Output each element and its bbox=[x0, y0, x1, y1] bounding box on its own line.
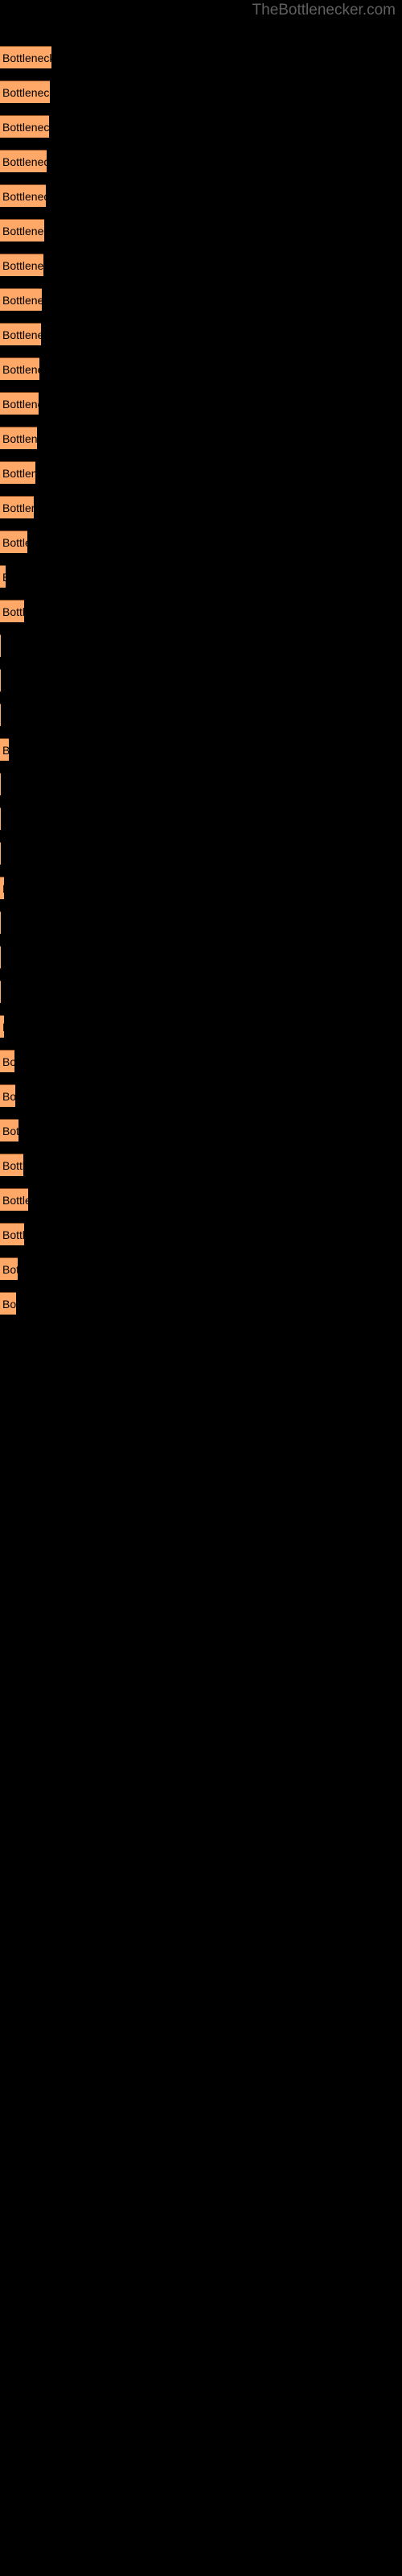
chart-bar[interactable]: Bottleneck result for bbox=[0, 1015, 4, 1038]
chart-bar[interactable]: Bottleneck result for bbox=[0, 1223, 24, 1245]
bar-label: Bottleneck result for bbox=[2, 1055, 14, 1068]
chart-bar[interactable]: Bottleneck result for bbox=[0, 115, 49, 138]
chart-bar[interactable]: Bottleneck result for bbox=[0, 1188, 28, 1211]
bar-label: Bottleneck result for bbox=[2, 294, 42, 307]
bar-label: Bottleneck result for bbox=[2, 225, 44, 237]
bar-label: Bottleneck result for bbox=[2, 52, 51, 64]
chart-bar[interactable]: Bottleneck result for bbox=[0, 773, 1, 795]
chart-bar[interactable]: Bottleneck result for bbox=[0, 184, 46, 207]
chart-bar[interactable]: Bottleneck result for bbox=[0, 807, 1, 830]
bar-label: Bottleneck result for bbox=[2, 605, 24, 618]
chart-bar[interactable]: Bottleneck result for bbox=[0, 323, 41, 345]
bar-label: Bottleneck result for bbox=[2, 1298, 16, 1311]
bar-label: Bottleneck result for bbox=[2, 1159, 23, 1172]
bar-label: Bottleneck result for bbox=[2, 741, 9, 759]
bar-label: Bottleneck result for bbox=[2, 1228, 24, 1241]
chart-bar[interactable]: Bottleneck result for bbox=[0, 219, 44, 242]
bar-label: Bottleneck result for bbox=[2, 398, 39, 411]
bar-label: Bottleneck result for bbox=[2, 328, 41, 341]
bar-label: Bottleneck result for bbox=[2, 502, 34, 514]
chart-bar[interactable]: Bottleneck result for bbox=[0, 600, 24, 622]
bar-chart: TheBottlenecker.com Bottleneck result fo… bbox=[0, 0, 402, 2576]
bar-label: Bottleneck result for bbox=[2, 568, 6, 586]
chart-bar[interactable]: Bottleneck result for bbox=[0, 877, 4, 899]
bar-label: Bottleneck result for bbox=[2, 467, 35, 480]
chart-bar[interactable]: Bottleneck result for bbox=[0, 496, 34, 518]
chart-bar[interactable]: Bottleneck result for bbox=[0, 669, 1, 691]
bar-label: Bottleneck result for bbox=[2, 86, 50, 99]
chart-bar[interactable]: Bottleneck result for bbox=[0, 704, 1, 726]
chart-bar[interactable]: Bottleneck result for bbox=[0, 946, 1, 968]
chart-bar[interactable]: Bottleneck result for bbox=[0, 738, 9, 761]
bar-label: Bottleneck result for bbox=[2, 1090, 15, 1103]
chart-bar[interactable]: Bottleneck result for bbox=[0, 254, 43, 276]
chart-bar[interactable]: Bottleneck result for bbox=[0, 1154, 23, 1176]
chart-bar[interactable]: Bottleneck result for bbox=[0, 150, 47, 172]
bar-label: Bottleneck result for bbox=[2, 1125, 18, 1137]
chart-bar[interactable]: Bottleneck result for bbox=[0, 634, 1, 657]
chart-bar[interactable]: Bottleneck result for bbox=[0, 427, 37, 449]
chart-bar[interactable]: Bottleneck result for bbox=[0, 1119, 18, 1141]
bar-label: Bottleneck result for bbox=[2, 880, 4, 898]
bar-label: Bottleneck result for bbox=[2, 536, 27, 549]
chart-bar[interactable]: Bottleneck result for bbox=[0, 565, 6, 588]
chart-bar[interactable]: Bottleneck result for bbox=[0, 1257, 18, 1280]
bar-label: Bottleneck result for bbox=[2, 1263, 18, 1276]
chart-bar[interactable]: Bottleneck result for bbox=[0, 911, 1, 934]
bar-label: Bottleneck result for bbox=[2, 1194, 28, 1207]
chart-bar[interactable]: Bottleneck result for bbox=[0, 46, 51, 68]
chart-bar[interactable]: Bottleneck result for bbox=[0, 842, 1, 865]
bar-label: Bottleneck result for bbox=[2, 432, 37, 445]
chart-bar[interactable]: Bottleneck result for bbox=[0, 1084, 15, 1107]
chart-bar[interactable]: Bottleneck result for bbox=[0, 1050, 14, 1072]
bar-label: Bottleneck result for bbox=[2, 363, 39, 376]
chart-bar[interactable]: Bottleneck result for bbox=[0, 980, 1, 1003]
bar-label: Bottleneck result for bbox=[2, 155, 47, 168]
bar-label: Bottleneck result for bbox=[2, 190, 46, 203]
chart-bar[interactable]: Bottleneck result for bbox=[0, 530, 27, 553]
bar-label: Bottleneck result for bbox=[2, 121, 49, 134]
chart-bar[interactable]: Bottleneck result for bbox=[0, 1292, 16, 1315]
chart-bar[interactable]: Bottleneck result for bbox=[0, 392, 39, 415]
bar-label: Bottleneck result for bbox=[2, 259, 43, 272]
watermark-label: TheBottlenecker.com bbox=[252, 2, 396, 19]
chart-bar[interactable]: Bottleneck result for bbox=[0, 461, 35, 484]
bar-label: Bottleneck result for bbox=[2, 1018, 4, 1036]
chart-bar[interactable]: Bottleneck result for bbox=[0, 288, 42, 311]
chart-bar[interactable]: Bottleneck result for bbox=[0, 80, 50, 103]
chart-bar[interactable]: Bottleneck result for bbox=[0, 357, 39, 380]
